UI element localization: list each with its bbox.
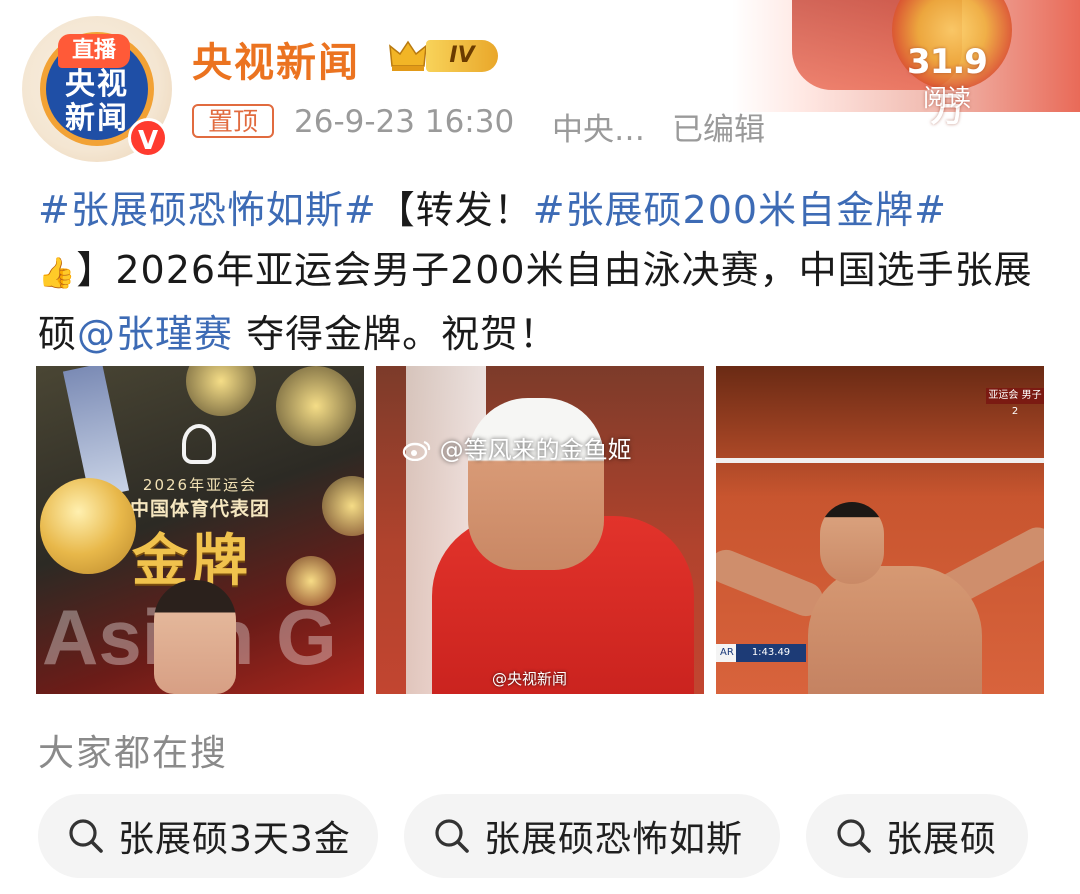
weibo-logo-icon (402, 441, 431, 462)
hashtag-link[interactable]: #张展硕200米自金牌# (533, 188, 947, 232)
weibo-watermark: @等风来的金鱼姬 (402, 430, 632, 465)
broadcast-tag: 亚运会 男子2 (986, 388, 1044, 417)
mention-link[interactable]: @张瑾赛 (77, 312, 233, 356)
search-suggestion-label: 张展硕恐怖如斯 (484, 819, 744, 860)
level-badge: IV (426, 40, 498, 72)
post-time: 26-9-23 16:30 (294, 104, 515, 140)
post-text: #张展硕恐怖如斯#【转发！#张展硕200米自金牌# 👍】2026年亚运会男子200… (38, 180, 1042, 364)
search-suggestion-label: 张展硕 (886, 819, 998, 860)
search-icon (435, 819, 469, 853)
search-suggestion[interactable]: 张展硕3天3金 (38, 794, 378, 878)
post-image-2[interactable]: @等风来的金鱼姬 @央视新闻 (376, 366, 704, 694)
time-tag: 1:43.49 (736, 644, 806, 662)
verified-icon: V (128, 118, 168, 158)
trending-search-heading: 大家都在搜 (38, 733, 229, 774)
post-source: 中央… (552, 112, 645, 148)
search-icon (69, 819, 103, 853)
gold-medal (40, 478, 136, 574)
bokeh-light (276, 366, 356, 446)
account-avatar[interactable]: 央视 新闻 直播 V (20, 14, 178, 164)
source-watermark: @央视新闻 (492, 670, 568, 688)
search-suggestion[interactable]: 张展硕 (806, 794, 1028, 878)
lane-rope (716, 458, 1044, 463)
post-image-1[interactable]: 2026年亚运会 中国体育代表团 金牌 Asian G (36, 366, 364, 694)
live-badge[interactable]: 直播 (58, 34, 130, 68)
hashtag-link[interactable]: #张展硕恐怖如斯# (38, 188, 377, 232)
athlete-head (820, 502, 884, 584)
games-logo-icon (182, 424, 216, 464)
crown-icon (389, 40, 427, 71)
pinned-badge: 置顶 (192, 104, 274, 138)
search-suggestion-label: 张展硕3天3金 (118, 819, 351, 860)
search-suggestion[interactable]: 张展硕恐怖如斯 (404, 794, 780, 878)
post-text-segment: 【转发！ (376, 188, 533, 232)
athlete-arm (716, 544, 828, 622)
read-label: 阅读 (923, 84, 971, 112)
post-image-3[interactable]: 亚运会 男子2 AR 1:43.49 (716, 366, 1044, 694)
post-text-segment: 夺得金牌。祝贺！ (233, 312, 559, 356)
bokeh-light (186, 366, 256, 416)
athlete-portrait (154, 580, 236, 694)
account-name[interactable]: 央视新闻 (192, 30, 360, 88)
thumbs-up-icon: 👍 (38, 256, 77, 291)
search-icon (837, 819, 871, 853)
athlete-body (808, 566, 982, 694)
athlete-head (468, 398, 604, 570)
